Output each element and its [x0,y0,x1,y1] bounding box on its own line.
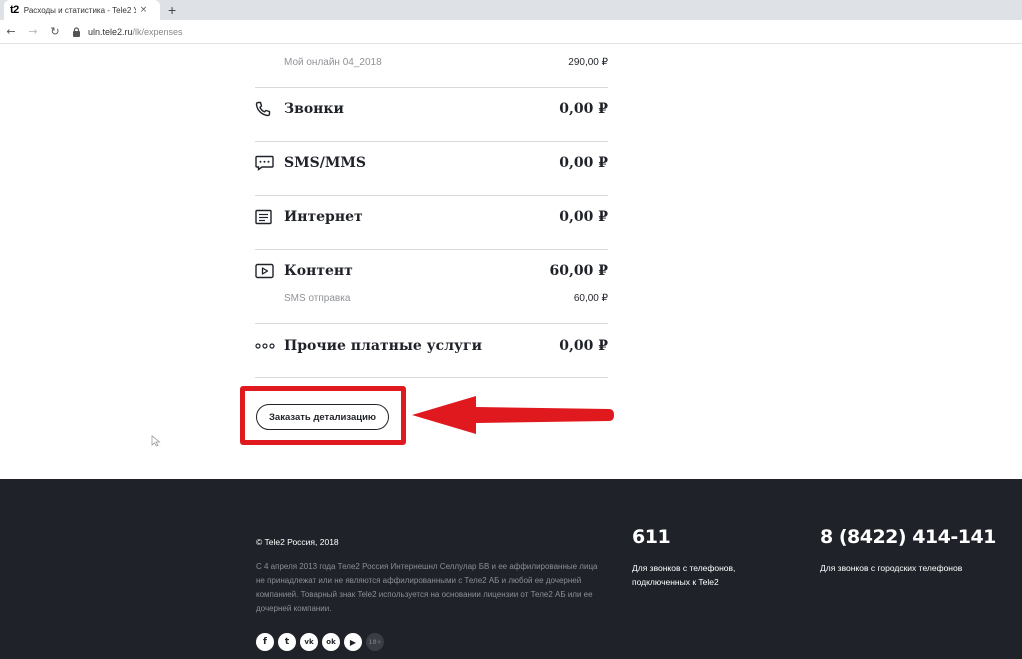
category-row-calls[interactable]: Звонки 0,00 ₽ [255,93,608,125]
youtube-icon[interactable]: ▶ [344,633,362,651]
category-amount: 0,00 ₽ [559,155,608,171]
divider [255,377,608,378]
content-play-icon [255,261,277,281]
divider [255,87,608,88]
footer-legal-text: С 4 апреля 2013 года Теле2 Россия Интерн… [256,562,598,613]
phone-description-line: Для звонков с городских телефонов [820,563,963,573]
category-label: Звонки [284,101,344,117]
category-label: Интернет [284,209,363,225]
mouse-cursor-icon [151,435,161,447]
expense-subitem-label: Мой онлайн 04_2018 [284,57,382,68]
url-path: /lk/expenses [132,26,183,37]
annotation-arrow [412,396,614,434]
reload-icon[interactable]: ↻ [44,25,66,38]
divider [255,141,608,142]
age-rating-icon: 18+ [366,633,384,651]
phone-description-line: Для звонков с телефонов, [632,563,736,573]
browser-toolbar: ← → ↻ uln.tele2.ru/lk/expenses [0,20,1022,44]
category-label: Контент [284,263,353,279]
category-row-content[interactable]: Контент 60,00 ₽ [255,255,608,287]
internet-icon [255,207,277,227]
expense-subitem: Мой онлайн 04_2018 290,00 ₽ [284,57,608,68]
category-label: SMS/MMS [284,155,366,171]
lock-icon [72,26,82,37]
url-text: uln.tele2.ru/lk/expenses [88,27,183,37]
tele2-favicon: t2 [10,4,19,16]
divider [255,195,608,196]
browser-tabstrip: t2 Расходы и статистика - Tele2 Ул × + [0,0,1022,20]
phone-description-line: подключенных к Tele2 [632,577,719,587]
phone-description: Для звонков с городских телефонов [820,561,962,575]
social-links: f t vk ok ▶ 18+ [256,633,384,651]
close-tab-icon[interactable]: × [140,5,148,15]
expense-subitem-label: SMS отправка [284,293,351,304]
url-host: uln.tele2.ru [88,26,133,37]
phone-number-city[interactable]: 8 (8422) 414-141 [820,526,996,548]
dots-icon [255,336,277,356]
divider [255,249,608,250]
divider [255,323,608,324]
category-amount: 0,00 ₽ [559,338,608,354]
back-arrow-icon[interactable]: ← [0,25,22,38]
category-row-internet[interactable]: Интернет 0,00 ₽ [255,201,608,233]
category-row-sms[interactable]: SMS/MMS 0,00 ₽ [255,147,608,179]
odnoklassniki-icon[interactable]: ok [322,633,340,651]
expense-subitem-amount: 290,00 ₽ [568,57,608,68]
category-amount: 0,00 ₽ [559,209,608,225]
twitter-icon[interactable]: t [278,633,296,651]
footer-copyright: © Tele2 Россия, 2018 [256,537,339,547]
vk-icon[interactable]: vk [300,633,318,651]
category-amount: 60,00 ₽ [549,263,608,279]
tab-title: Расходы и статистика - Tele2 Ул [23,5,136,15]
address-bar[interactable]: uln.tele2.ru/lk/expenses [72,23,1012,41]
category-label: Прочие платные услуги [284,338,482,354]
facebook-icon[interactable]: f [256,633,274,651]
category-amount: 0,00 ₽ [559,101,608,117]
order-details-button[interactable]: Заказать детализацию [256,404,389,430]
phone-number-611[interactable]: 611 [632,526,671,548]
phone-description: Для звонков с телефонов, подключенных к … [632,561,735,589]
expense-subitem-amount: 60,00 ₽ [573,293,608,304]
expense-subitem: SMS отправка 60,00 ₽ [284,293,608,304]
phone-icon [255,99,277,119]
sms-icon [255,153,277,173]
category-row-other[interactable]: Прочие платные услуги 0,00 ₽ [255,330,608,362]
browser-tab[interactable]: t2 Расходы и статистика - Tele2 Ул × [4,0,160,20]
new-tab-button[interactable]: + [168,2,176,18]
forward-arrow-icon[interactable]: → [22,25,44,38]
